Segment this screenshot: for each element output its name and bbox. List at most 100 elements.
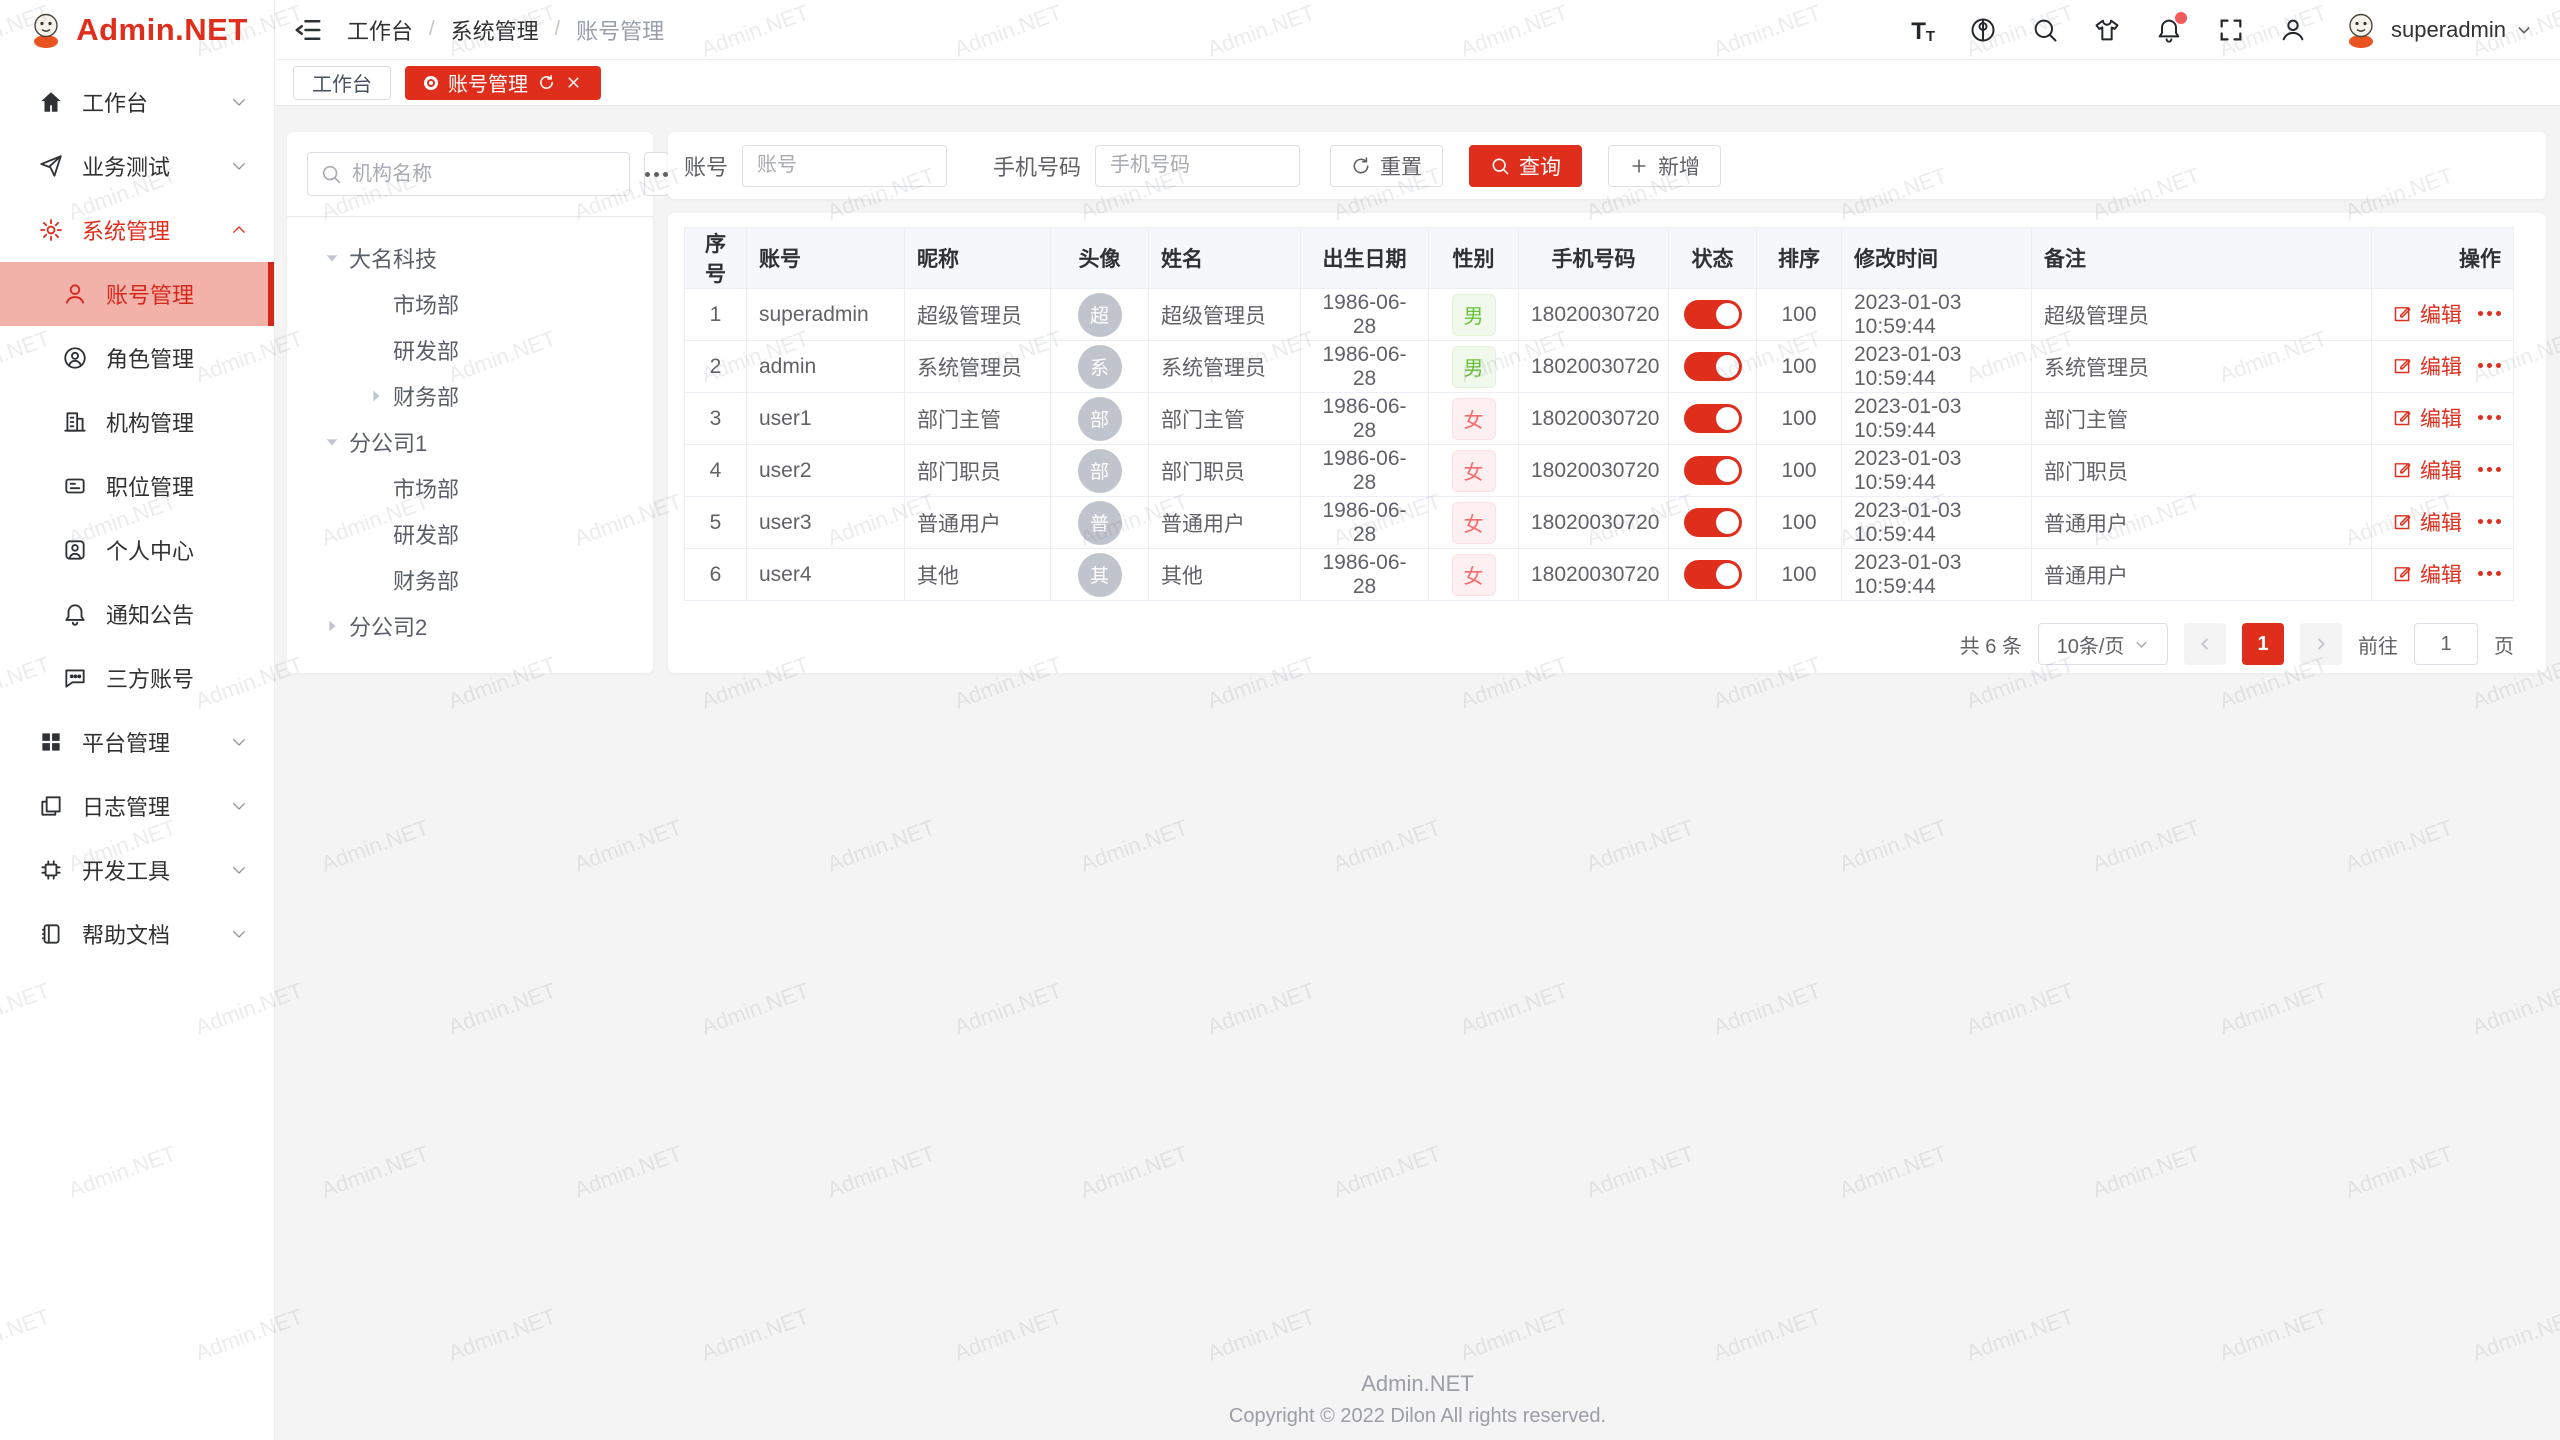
caret-right-icon[interactable]: [325, 619, 339, 633]
cell-name: 其他: [1149, 549, 1301, 601]
tab-workbench[interactable]: 工作台: [293, 66, 391, 100]
column-header-nickname: 昵称: [905, 228, 1051, 289]
cpu-icon: [38, 857, 64, 883]
page-number-current[interactable]: 1: [2242, 623, 2284, 665]
row-more-button[interactable]: [2478, 311, 2501, 316]
next-page-button[interactable]: [2300, 623, 2342, 665]
sidebar-item-third-party-account[interactable]: 三方账号: [0, 646, 274, 710]
tab-close-icon[interactable]: [565, 74, 582, 91]
tree-node[interactable]: 研发部: [307, 511, 633, 557]
search-icon[interactable]: [2031, 16, 2059, 44]
status-toggle[interactable]: [1684, 560, 1742, 589]
tab-account-manage[interactable]: 账号管理: [405, 66, 601, 100]
breadcrumb-item[interactable]: 工作台: [347, 14, 413, 46]
cell-index: 5: [685, 497, 747, 549]
cell-order: 100: [1757, 289, 1842, 341]
sidebar-item-dev-tools[interactable]: 开发工具: [0, 838, 274, 902]
tab-refresh-icon[interactable]: [538, 74, 555, 91]
sidebar-item-platform-manage[interactable]: 平台管理: [0, 710, 274, 774]
row-more-button[interactable]: [2478, 415, 2501, 420]
phone-input[interactable]: [1095, 145, 1300, 187]
goto-page-input[interactable]: [2414, 623, 2478, 665]
row-more-button[interactable]: [2478, 467, 2501, 472]
status-toggle[interactable]: [1684, 508, 1742, 537]
row-more-button[interactable]: [2478, 363, 2501, 368]
chevron-down-icon: [230, 861, 248, 879]
profile-icon: [62, 537, 88, 563]
row-more-button[interactable]: [2478, 571, 2501, 576]
cell-mtime: 2023-01-03 10:59:44: [1842, 393, 2032, 445]
send-icon: [38, 153, 64, 179]
status-toggle[interactable]: [1684, 404, 1742, 433]
notification-icon[interactable]: [2155, 16, 2183, 44]
status-toggle[interactable]: [1684, 352, 1742, 381]
user-icon[interactable]: [2279, 16, 2307, 44]
tree-node[interactable]: 财务部: [307, 373, 633, 419]
org-search-input[interactable]: [352, 163, 617, 186]
tree-node[interactable]: 分公司2: [307, 603, 633, 649]
prev-page-button[interactable]: [2184, 623, 2226, 665]
logo: Admin.NET: [0, 0, 274, 60]
sidebar-item-notice[interactable]: 通知公告: [0, 582, 274, 646]
fullscreen-icon[interactable]: [2217, 16, 2245, 44]
edit-icon: [2392, 563, 2413, 584]
cell-remark: 普通用户: [2032, 549, 2372, 601]
reset-button[interactable]: 重置: [1330, 145, 1443, 187]
sidebar-item-org-manage[interactable]: 机构管理: [0, 390, 274, 454]
tree-node[interactable]: 财务部: [307, 557, 633, 603]
caret-spacer: [369, 573, 383, 587]
sidebar-item-label: 日志管理: [82, 790, 230, 822]
sidebar-item-system-manage[interactable]: 系统管理: [0, 198, 274, 262]
menu-fold-icon[interactable]: [293, 15, 323, 45]
tree-node[interactable]: 分公司1: [307, 419, 633, 465]
row-more-button[interactable]: [2478, 519, 2501, 524]
sidebar-item-help-docs[interactable]: 帮助文档: [0, 902, 274, 966]
column-header-order: 排序: [1757, 228, 1842, 289]
sidebar-item-personal-center[interactable]: 个人中心: [0, 518, 274, 582]
search-button[interactable]: 查询: [1469, 145, 1582, 187]
breadcrumb-item-current: 账号管理: [576, 14, 664, 46]
tree-node-label: 研发部: [393, 518, 459, 550]
edit-button[interactable]: 编辑: [2392, 507, 2462, 537]
edit-button[interactable]: 编辑: [2392, 403, 2462, 433]
plus-icon: [1629, 156, 1649, 176]
caret-down-icon[interactable]: [325, 251, 339, 265]
sidebar-item-account-manage[interactable]: 账号管理: [0, 262, 274, 326]
font-size-icon[interactable]: TT: [1911, 16, 1935, 44]
tree-node[interactable]: 市场部: [307, 465, 633, 511]
edit-button[interactable]: 编辑: [2392, 559, 2462, 589]
gender-badge: 女: [1452, 398, 1496, 440]
goto-label: 前往: [2358, 630, 2398, 659]
edit-button[interactable]: 编辑: [2392, 455, 2462, 485]
tree-node[interactable]: 大名科技: [307, 235, 633, 281]
tree-node[interactable]: 市场部: [307, 281, 633, 327]
sidebar-item-role-manage[interactable]: 角色管理: [0, 326, 274, 390]
cell-avatar: 超: [1051, 289, 1149, 341]
user-menu[interactable]: superadmin: [2341, 10, 2532, 50]
caret-down-icon[interactable]: [325, 435, 339, 449]
page-size-select[interactable]: 10条/页: [2038, 623, 2168, 665]
cell-order: 100: [1757, 445, 1842, 497]
sidebar-item-position-manage[interactable]: 职位管理: [0, 454, 274, 518]
chat-icon: [62, 665, 88, 691]
book-icon: [38, 921, 64, 947]
status-toggle[interactable]: [1684, 456, 1742, 485]
add-button[interactable]: 新增: [1608, 145, 1721, 187]
edit-button[interactable]: 编辑: [2392, 299, 2462, 329]
breadcrumb-item[interactable]: 系统管理: [451, 14, 539, 46]
sidebar-item-business-test[interactable]: 业务测试: [0, 134, 274, 198]
language-icon[interactable]: [1969, 16, 1997, 44]
caret-right-icon[interactable]: [369, 389, 383, 403]
status-toggle[interactable]: [1684, 300, 1742, 329]
chevron-down-icon: [230, 93, 248, 111]
account-input[interactable]: [742, 145, 947, 187]
sidebar-item-log-manage[interactable]: 日志管理: [0, 774, 274, 838]
chevron-right-icon: [2313, 636, 2329, 652]
avatar: [2341, 10, 2381, 50]
footer: Admin.NET Copyright © 2022 Dilon All rig…: [275, 1371, 2560, 1428]
tree-node[interactable]: 研发部: [307, 327, 633, 373]
edit-button[interactable]: 编辑: [2392, 351, 2462, 381]
tree-more-button[interactable]: [644, 152, 669, 196]
theme-icon[interactable]: [2093, 16, 2121, 44]
sidebar-item-workbench[interactable]: 工作台: [0, 70, 274, 134]
